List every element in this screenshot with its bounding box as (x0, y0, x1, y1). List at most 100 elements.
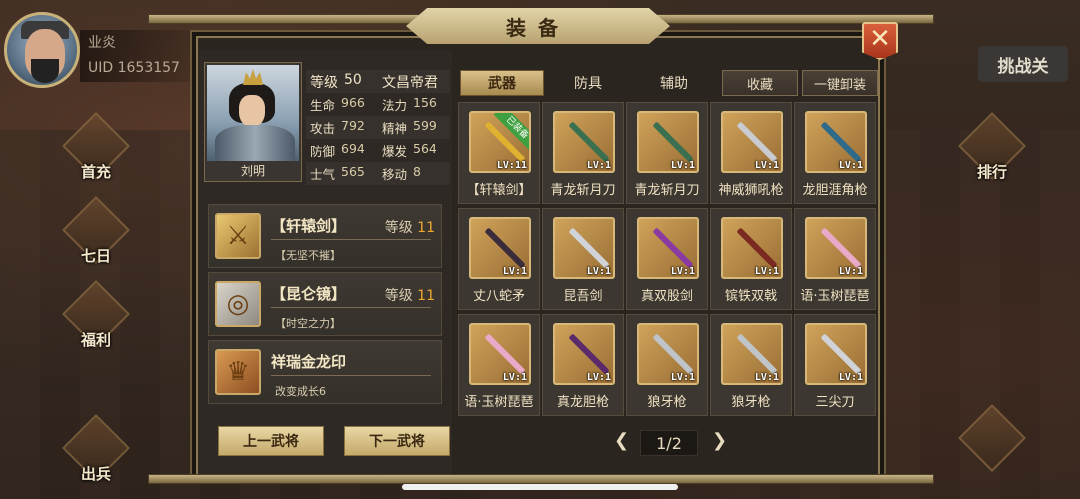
item-tile: LV:1 (805, 323, 867, 385)
side-rank-label: 排行 (976, 163, 1007, 181)
item-cell[interactable]: LV:1 狼牙枪 (710, 314, 792, 416)
item-name: 语·玉树琵琶 (464, 395, 534, 410)
item-level: LV:1 (670, 266, 695, 277)
item-tile: LV:1 (469, 217, 531, 279)
item-tile: LV:1 (553, 323, 615, 385)
level-label: 等级 (310, 74, 338, 91)
panel-title-plate: 装备 (406, 8, 670, 44)
spirit-label: 精神 (382, 121, 408, 136)
item-cell[interactable]: LV:1 语·玉树琵琶 (458, 314, 540, 416)
tab-weapon[interactable]: 武器 (460, 70, 544, 96)
item-tile: LV:1 (553, 217, 615, 279)
item-cell[interactable]: LV:1 狼牙枪 (626, 314, 708, 416)
page-indicator: 1/2 (640, 430, 698, 456)
item-cell[interactable]: LV:1 昆吾剑 (542, 208, 624, 310)
weapon-icon (652, 227, 694, 269)
side-seven-days[interactable]: 七日 (62, 196, 130, 266)
portrait-face (239, 95, 265, 127)
item-level: LV:1 (754, 160, 779, 171)
item-tile: LV:1 (553, 111, 615, 173)
item-tile: LV:1 (805, 217, 867, 279)
mana-label: 法力 (382, 98, 408, 113)
side-welfare-label: 福利 (80, 331, 111, 349)
weapon-icon (820, 121, 862, 163)
item-name: 狼牙枪 (647, 395, 687, 410)
item-tile: LV:1 (721, 323, 783, 385)
side-menu-toggle[interactable] (958, 404, 1026, 474)
weapon-icon (736, 121, 778, 163)
hp-label: 生命 (310, 98, 336, 113)
item-cell[interactable]: LV:1 语·玉树琵琶 (794, 208, 876, 310)
equipped-accessory-slot[interactable]: ♛ 祥瑞金龙印 改变成长6 (208, 340, 442, 404)
item-cell[interactable]: LV:1 镔铁双戟 (710, 208, 792, 310)
equipped-armor-level-value: 11 (417, 288, 435, 304)
side-rank[interactable]: 排行 (958, 112, 1026, 182)
item-level: LV:1 (670, 372, 695, 383)
item-tile: LV:1 (637, 323, 699, 385)
equipped-armor-level: 等级 11 (385, 285, 435, 305)
item-name: 真龙胆枪 (556, 395, 609, 410)
item-cell[interactable]: LV:1 神威狮吼枪 (710, 102, 792, 204)
tab-armor[interactable]: 防具 (546, 70, 630, 96)
weapon-icon (652, 121, 694, 163)
item-level: LV:1 (838, 372, 863, 383)
stat-row-def: 防御 694 爆发 564 (306, 139, 450, 162)
item-name: 三尖刀 (815, 395, 855, 410)
page-prev-icon[interactable]: ❮ (614, 430, 629, 451)
weapon-icon (736, 333, 778, 375)
player-avatar[interactable] (4, 12, 80, 88)
equipped-accessory-desc: 改变成长6 (275, 385, 326, 398)
equipped-armor-name: 【昆仑镜】 (271, 285, 347, 303)
item-tile: LV:1 (637, 217, 699, 279)
prev-general-button[interactable]: 上一武将 (218, 426, 324, 456)
item-tile: LV:1 (805, 111, 867, 173)
next-general-button[interactable]: 下一武将 (344, 426, 450, 456)
stat-row-morale: 士气 565 移动 8 (306, 162, 450, 185)
item-cell[interactable]: LV:1 青龙斩月刀 (542, 102, 624, 204)
equipped-weapon-slot[interactable]: ⚔ 【轩辕剑】 等级 11 【无坚不摧】 (208, 204, 442, 268)
tab-accessory[interactable]: 辅助 (632, 70, 716, 96)
equipped-weapon-name: 【轩辕剑】 (271, 217, 347, 235)
unequip-all-button[interactable]: 一键卸装 (802, 70, 878, 96)
collect-button[interactable]: 收藏 (722, 70, 798, 96)
hp-value: 966 (341, 95, 365, 110)
item-cell[interactable]: 已装备 LV:11 【轩辕剑】 (458, 102, 540, 204)
divider (271, 239, 431, 240)
portrait-crown (243, 69, 263, 85)
weapon-icon (484, 333, 526, 375)
side-welfare[interactable]: 福利 (62, 280, 130, 350)
challenge-button[interactable]: 挑战关 (978, 46, 1068, 82)
weapon-icon (820, 333, 862, 375)
general-portrait[interactable]: 刘明 (204, 62, 302, 182)
close-button[interactable]: ✕ (862, 22, 898, 60)
item-name: 镔铁双戟 (724, 289, 777, 304)
page-next-icon[interactable]: ❯ (712, 430, 727, 451)
item-cell[interactable]: LV:1 龙胆涯角枪 (794, 102, 876, 204)
equipped-armor-slot[interactable]: ◎ 【昆仑镜】 等级 11 【时空之力】 (208, 272, 442, 336)
item-level: LV:1 (586, 266, 611, 277)
item-cell[interactable]: LV:1 三尖刀 (794, 314, 876, 416)
item-tile: LV:1 (721, 217, 783, 279)
equipped-accessory-name: 祥瑞金龙印 (271, 353, 347, 371)
item-cell[interactable]: LV:1 丈八蛇矛 (458, 208, 540, 310)
weapon-icon (820, 227, 862, 269)
general-title: 文昌帝君 (382, 74, 438, 91)
item-level: LV:1 (754, 372, 779, 383)
side-first-recharge[interactable]: 首充 (62, 112, 130, 182)
item-cell[interactable]: LV:1 真双股剑 (626, 208, 708, 310)
seal-icon: ♛ (215, 349, 261, 395)
item-cell[interactable]: LV:1 真龙胆枪 (542, 314, 624, 416)
equipped-armor-level-label: 等级 (384, 288, 413, 304)
level-value: 50 (344, 71, 362, 88)
burst-value: 564 (413, 141, 437, 156)
equipped-weapon-level-label: 等级 (384, 220, 413, 236)
item-level: LV:1 (586, 372, 611, 383)
side-dispatch[interactable]: 出兵 (62, 414, 130, 484)
atk-label: 攻击 (310, 121, 336, 136)
item-tile: LV:1 (721, 111, 783, 173)
move-label: 移动 (382, 167, 408, 182)
player-uid: UID 1653157 (88, 60, 180, 76)
home-indicator[interactable] (402, 484, 678, 490)
item-level: LV:1 (754, 266, 779, 277)
item-cell[interactable]: LV:1 青龙斩月刀 (626, 102, 708, 204)
